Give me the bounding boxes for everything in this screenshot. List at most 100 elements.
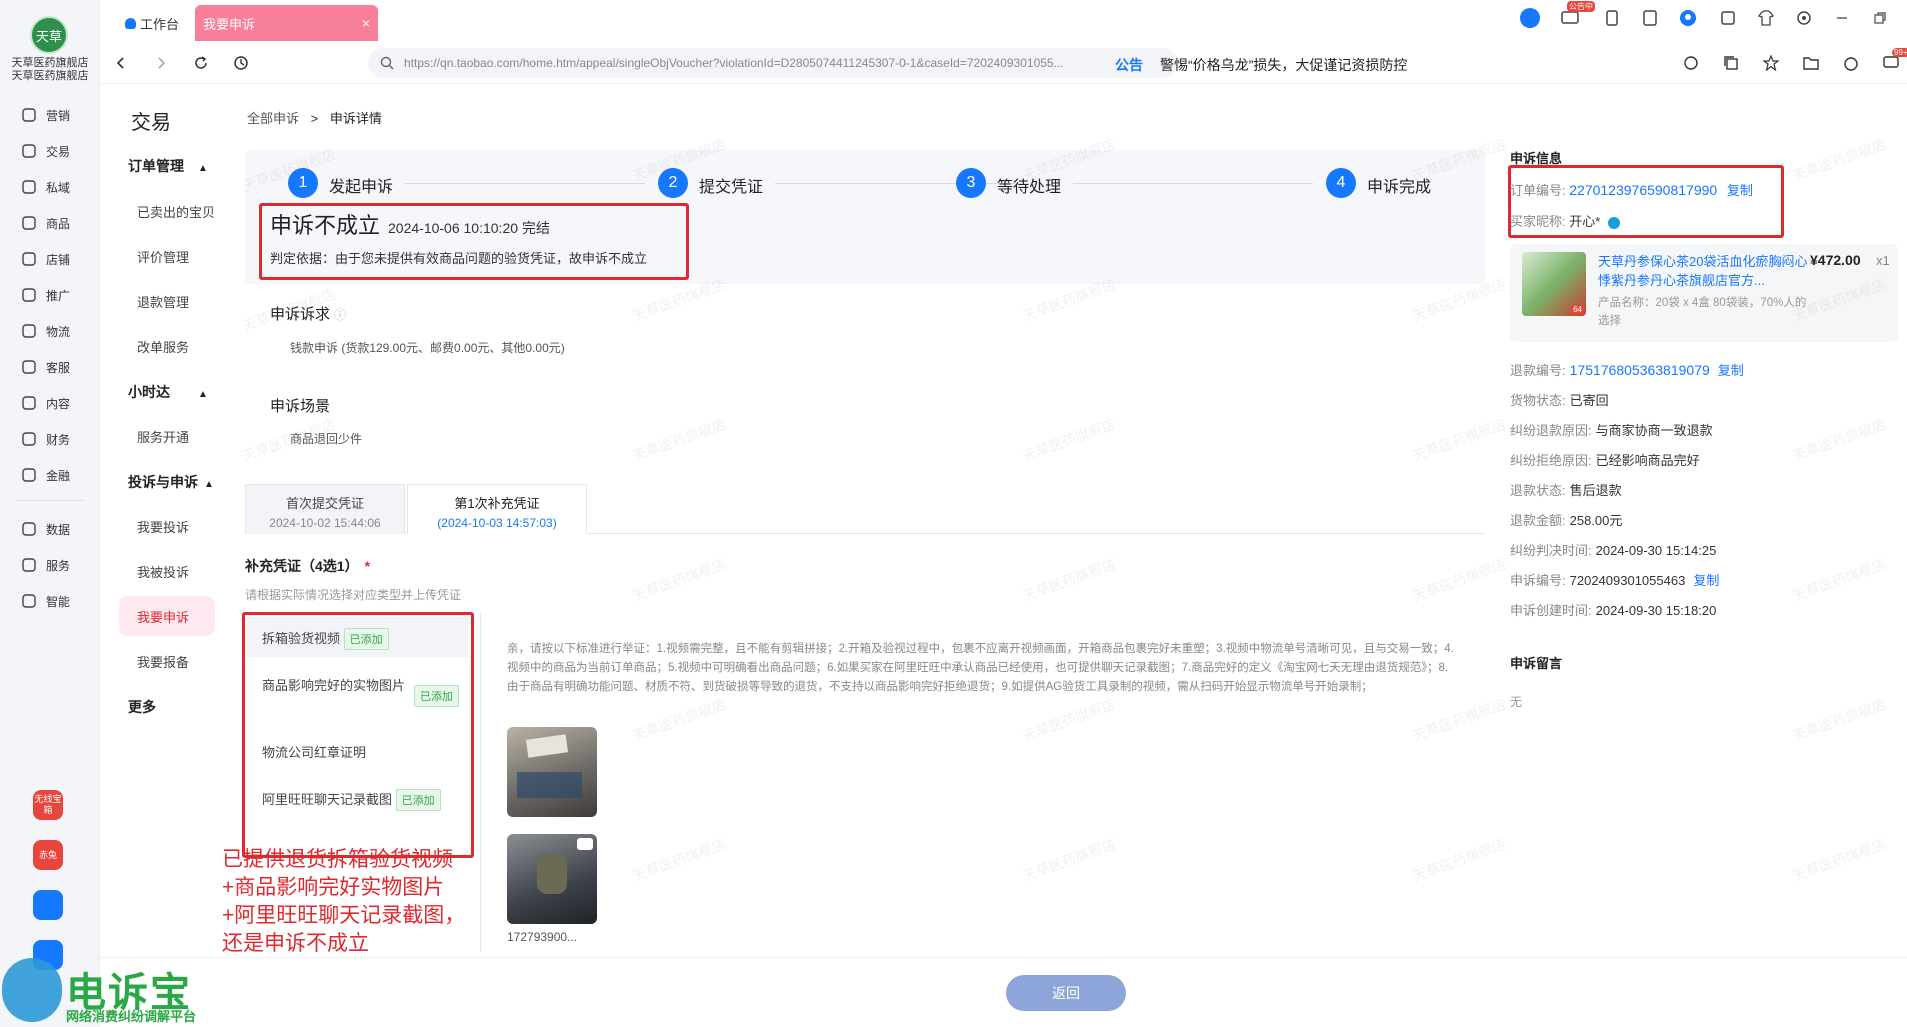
book-icon[interactable] xyxy=(1641,9,1659,27)
shop-name-2: 天草医药旗舰店 xyxy=(11,70,89,82)
nav-more[interactable]: 更多 xyxy=(128,697,156,717)
app-shortcut-icon[interactable]: 赤兔 xyxy=(33,840,63,870)
watermark-text: 天草医药旗舰店 xyxy=(1020,835,1118,885)
shirt-icon[interactable] xyxy=(1757,9,1775,27)
sidebar-item-6[interactable]: 物流 xyxy=(20,318,70,344)
info-value: 2024-09-30 15:18:20 xyxy=(1595,603,1717,618)
info-row: 纠纷退款原因: 与商家协商一致退款 xyxy=(1510,420,1713,439)
claim-detail: 钱款申诉 (货款129.00元、邮费0.00元、其他0.00元) xyxy=(290,341,565,355)
nav-modify-order[interactable]: 改单服务 xyxy=(137,337,189,356)
info-value[interactable]: 175176805363819079 xyxy=(1570,362,1710,378)
star-icon[interactable] xyxy=(1762,54,1780,72)
sidebar-item-label: 金融 xyxy=(46,468,71,483)
sidebar-item-8[interactable]: 内容 xyxy=(20,390,70,416)
step-1-number: 1 xyxy=(288,168,318,198)
back-arrow-icon[interactable] xyxy=(112,54,130,72)
settings-icon[interactable] xyxy=(1795,9,1813,27)
breadcrumb-root[interactable]: 全部申诉 xyxy=(247,111,299,126)
app-shortcut-icon[interactable] xyxy=(33,890,63,920)
tab-supplement-evidence[interactable]: 第1次补充凭证 (2024-10-03 14:57:03) xyxy=(407,484,587,534)
sidebar-item-7[interactable]: 客服 xyxy=(20,354,70,380)
group-complaint-appeal[interactable]: 投诉与申诉 ▲ xyxy=(128,472,214,492)
chat-icon[interactable] xyxy=(1607,216,1620,229)
sidebar-item-10[interactable]: 金融 xyxy=(20,462,70,488)
evidence-video-thumbnail[interactable] xyxy=(507,834,597,924)
restore-icon[interactable] xyxy=(1871,9,1889,27)
evidence-photo-thumbnail[interactable] xyxy=(507,727,597,817)
assistant-icon[interactable] xyxy=(1520,8,1540,28)
sidebar-item-0[interactable]: 营销 xyxy=(20,102,70,128)
nav-appeal[interactable]: 我要申诉 xyxy=(137,607,189,626)
avatar-icon[interactable] xyxy=(1679,9,1697,27)
sidebar-item-5[interactable]: 推广 xyxy=(20,282,70,308)
sidebar-item-label: 服务 xyxy=(46,558,71,573)
option-unboxing-video[interactable]: 拆箱验货视频 已添加 xyxy=(252,628,474,650)
nav-service-open[interactable]: 服务开通 xyxy=(137,427,189,446)
refresh-icon[interactable] xyxy=(192,54,210,72)
breadcrumb: 全部申诉 > 申诉详情 xyxy=(247,108,382,127)
group-order-management[interactable]: 订单管理 ▲ xyxy=(128,156,208,176)
folder-icon[interactable] xyxy=(1802,54,1820,72)
nav-review-management[interactable]: 评价管理 xyxy=(137,247,189,266)
option-product-photo[interactable]: 商品影响完好的实物图片 xyxy=(252,676,407,696)
option-logistics-proof[interactable]: 物流公司红章证明 xyxy=(252,742,474,761)
message-icon[interactable]: 99+ xyxy=(1882,48,1907,72)
nav-report[interactable]: 我要报备 xyxy=(137,652,189,671)
product-card[interactable]: 64 天草丹参保心茶20袋活血化瘀胸闷心悸紫丹参丹心茶旗舰店官方... ¥472… xyxy=(1510,244,1898,342)
nav-received-complaint[interactable]: 我被投诉 xyxy=(137,562,189,581)
forward-arrow-icon[interactable] xyxy=(152,54,170,72)
notice-icon[interactable]: 公告中 xyxy=(1561,1,1595,26)
store-icon xyxy=(20,250,38,268)
tab-first-evidence[interactable]: 首次提交凭证 2024-10-02 15:44:06 xyxy=(245,484,405,534)
nav-refund-management[interactable]: 退款管理 xyxy=(137,292,189,311)
sidebar-item-1[interactable]: 交易 xyxy=(20,138,70,164)
tab-workbench[interactable]: 工作台 xyxy=(125,5,179,41)
annotation-line: +阿里旺旺聊天记录截图， xyxy=(222,904,466,927)
back-button[interactable]: 返回 xyxy=(1006,975,1126,1011)
buyer-row: 买家昵称: 开心* xyxy=(1510,211,1620,230)
order-number[interactable]: 2270123976590817990 xyxy=(1569,182,1717,198)
close-icon[interactable]: × xyxy=(362,15,370,31)
copy-icon[interactable] xyxy=(1722,54,1740,72)
sidebar-divider xyxy=(16,500,84,501)
watermark-text: 天草医药旗舰店 xyxy=(1020,695,1118,745)
tab-supplement-label: 第1次补充凭证 xyxy=(454,496,540,511)
sidebar-item-9[interactable]: 财务 xyxy=(20,426,70,452)
evidence-standard: 亲，请按以下标准进行举证：1.视频需完整，且不能有剪辑拼接；2.开箱及验视过程中… xyxy=(507,643,1454,693)
buyer-label: 买家昵称: xyxy=(1510,214,1566,229)
phone-icon[interactable] xyxy=(1603,9,1621,27)
nav-file-complaint[interactable]: 我要投诉 xyxy=(137,517,189,536)
sidebar-item-12[interactable]: 服务 xyxy=(20,552,70,578)
sidebar-item-4[interactable]: 店铺 xyxy=(20,246,70,272)
info-value: 已经影响商品完好 xyxy=(1595,453,1700,468)
copy-button[interactable]: 复制 xyxy=(1718,363,1744,378)
notice-text[interactable]: 警惕“价格乌龙”损失，大促谨记资损防控 xyxy=(1160,55,1407,75)
watermark-text: 天草医药旗舰店 xyxy=(1790,135,1888,185)
product-name[interactable]: 天草丹参保心茶20袋活血化瘀胸闷心悸紫丹参丹心茶旗舰店官方... xyxy=(1598,252,1818,290)
circle-icon xyxy=(20,466,38,484)
app-shortcut-icon[interactable]: 无线宝箱 xyxy=(33,790,63,820)
timer-icon[interactable] xyxy=(1842,54,1860,72)
headset-icon xyxy=(20,358,38,376)
product-price: ¥472.00 xyxy=(1810,252,1861,268)
copy-order-button[interactable]: 复制 xyxy=(1727,183,1753,198)
watermark-text: 天草医药旗舰店 xyxy=(630,695,728,745)
update-icon[interactable] xyxy=(1682,54,1700,72)
divider xyxy=(480,612,481,952)
sidebar-item-11[interactable]: 数据 xyxy=(20,516,70,542)
minimize-icon[interactable] xyxy=(1833,9,1851,27)
sidebar-item-13[interactable]: 智能 xyxy=(20,588,70,614)
breadcrumb-separator: > xyxy=(310,111,319,126)
chart-icon xyxy=(20,520,38,538)
sidebar-item-2[interactable]: 私域 xyxy=(20,174,70,200)
history-icon[interactable] xyxy=(232,54,250,72)
clipboard-icon[interactable] xyxy=(1719,9,1737,27)
sidebar-item-3[interactable]: 商品 xyxy=(20,210,70,236)
group-hour-delivery[interactable]: 小时达 ▲ xyxy=(128,382,208,402)
shop-logo[interactable]: 天草 xyxy=(30,16,68,54)
option-chat-screenshot[interactable]: 阿里旺旺聊天记录截图 已添加 xyxy=(252,789,474,811)
nav-sold-items[interactable]: 已卖出的宝贝 xyxy=(137,202,215,221)
url-input[interactable]: https://qn.taobao.com/home.htm/appeal/si… xyxy=(368,48,1178,78)
tab-appeal[interactable]: 我要申诉 × xyxy=(195,5,378,41)
copy-button[interactable]: 复制 xyxy=(1693,573,1719,588)
